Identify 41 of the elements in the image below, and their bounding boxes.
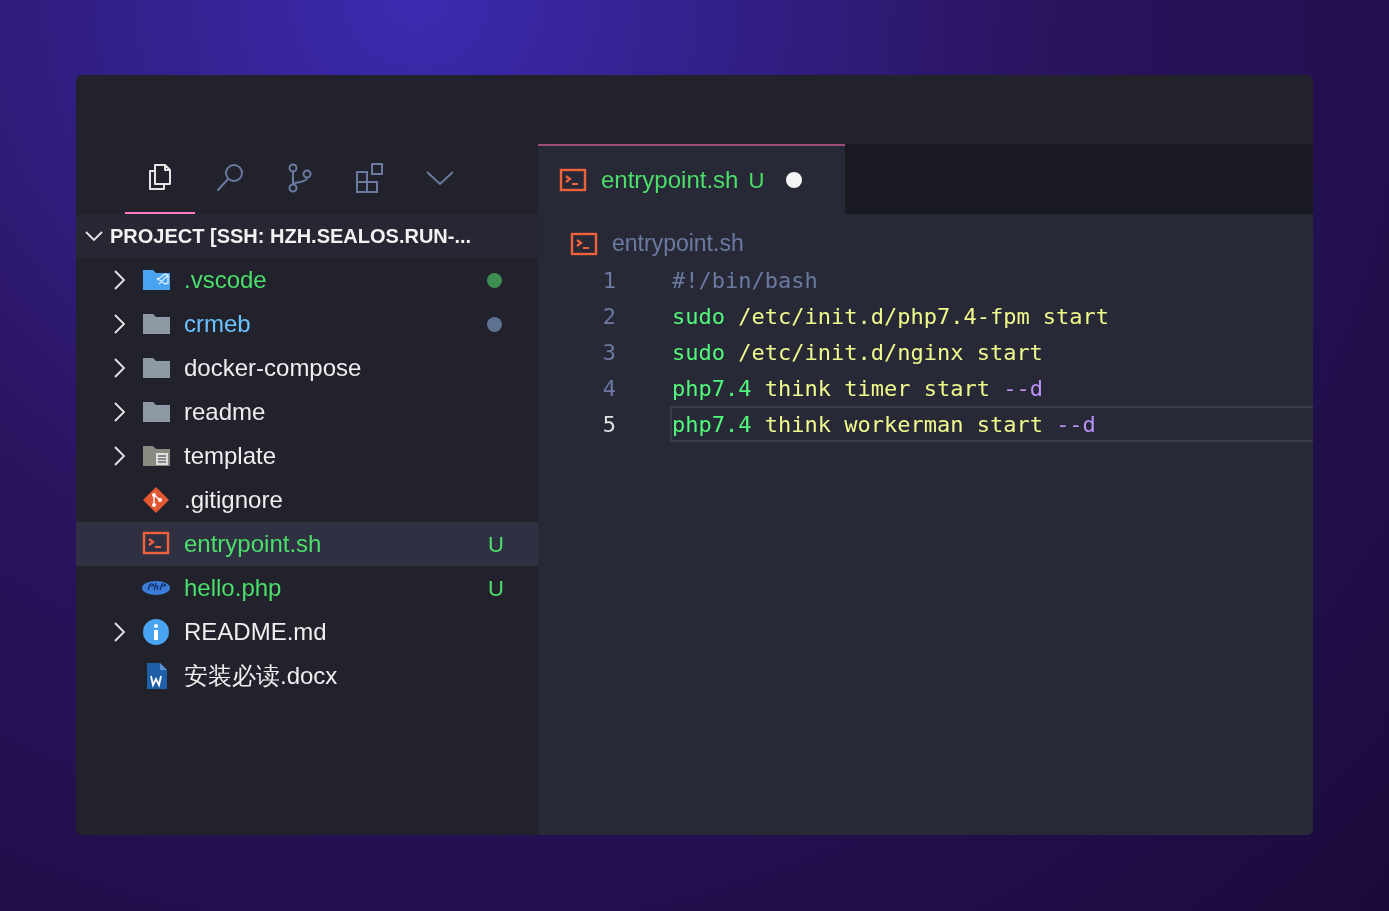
file-tree-item[interactable]: 安装必读.docx — [76, 654, 538, 698]
file-name: .gitignore — [184, 485, 284, 515]
code-line: sudo /etc/init.d/php7.4-fpm start — [671, 302, 1111, 331]
line-number: 3 — [601, 338, 617, 367]
file-tree-item[interactable]: entrypoint.sh U — [76, 522, 538, 566]
file-tree-item[interactable]: README.md — [76, 610, 538, 654]
file-tree-item[interactable]: .gitignore — [76, 478, 538, 522]
file-name: 安装必读.docx — [184, 661, 339, 691]
line-number: 1 — [601, 266, 617, 295]
code-line: #!/bin/bash — [671, 266, 819, 295]
file-name: README.md — [184, 617, 328, 647]
code-line: php7.4 think timer start --d — [671, 374, 1044, 403]
git-status-label: U — [488, 530, 504, 559]
editor-tab[interactable]: entrypoint.sh U — [538, 144, 845, 214]
file-tree-item[interactable]: readme — [76, 390, 538, 434]
file-tree-item[interactable]: template — [76, 434, 538, 478]
file-name: crmeb — [184, 309, 252, 339]
code-line: php7.4 think workerman start --d — [670, 406, 1313, 442]
line-number: 2 — [601, 302, 617, 331]
explorer-section-header[interactable]: PROJECT [SSH: HZH.SEALOS.RUN-... — [76, 214, 538, 258]
terminal-icon — [570, 231, 598, 257]
section-title: PROJECT [SSH: HZH.SEALOS.RUN-... — [110, 224, 472, 249]
code-line: sudo /etc/init.d/nginx start — [671, 338, 1044, 367]
info-icon — [142, 618, 170, 646]
file-name: entrypoint.sh — [184, 529, 323, 559]
file-tree-item[interactable]: hello.php U — [76, 566, 538, 610]
git-status-label: U — [748, 166, 765, 195]
file-name: .vscode — [184, 265, 268, 295]
file-tree-item[interactable]: crmeb — [76, 302, 538, 346]
file-tree-item[interactable]: .vscode — [76, 258, 538, 302]
file-name: docker-compose — [184, 353, 363, 383]
file-name: readme — [184, 397, 267, 427]
git-icon — [142, 486, 170, 514]
line-number: 5 — [601, 410, 617, 439]
file-tree-item[interactable]: docker-compose — [76, 346, 538, 390]
line-number: 4 — [601, 374, 617, 403]
tab-label: entrypoint.sh — [601, 165, 739, 195]
git-status-label: U — [488, 574, 504, 603]
file-name: hello.php — [184, 573, 283, 603]
file-name: template — [184, 441, 278, 471]
terminal-icon — [559, 167, 587, 193]
